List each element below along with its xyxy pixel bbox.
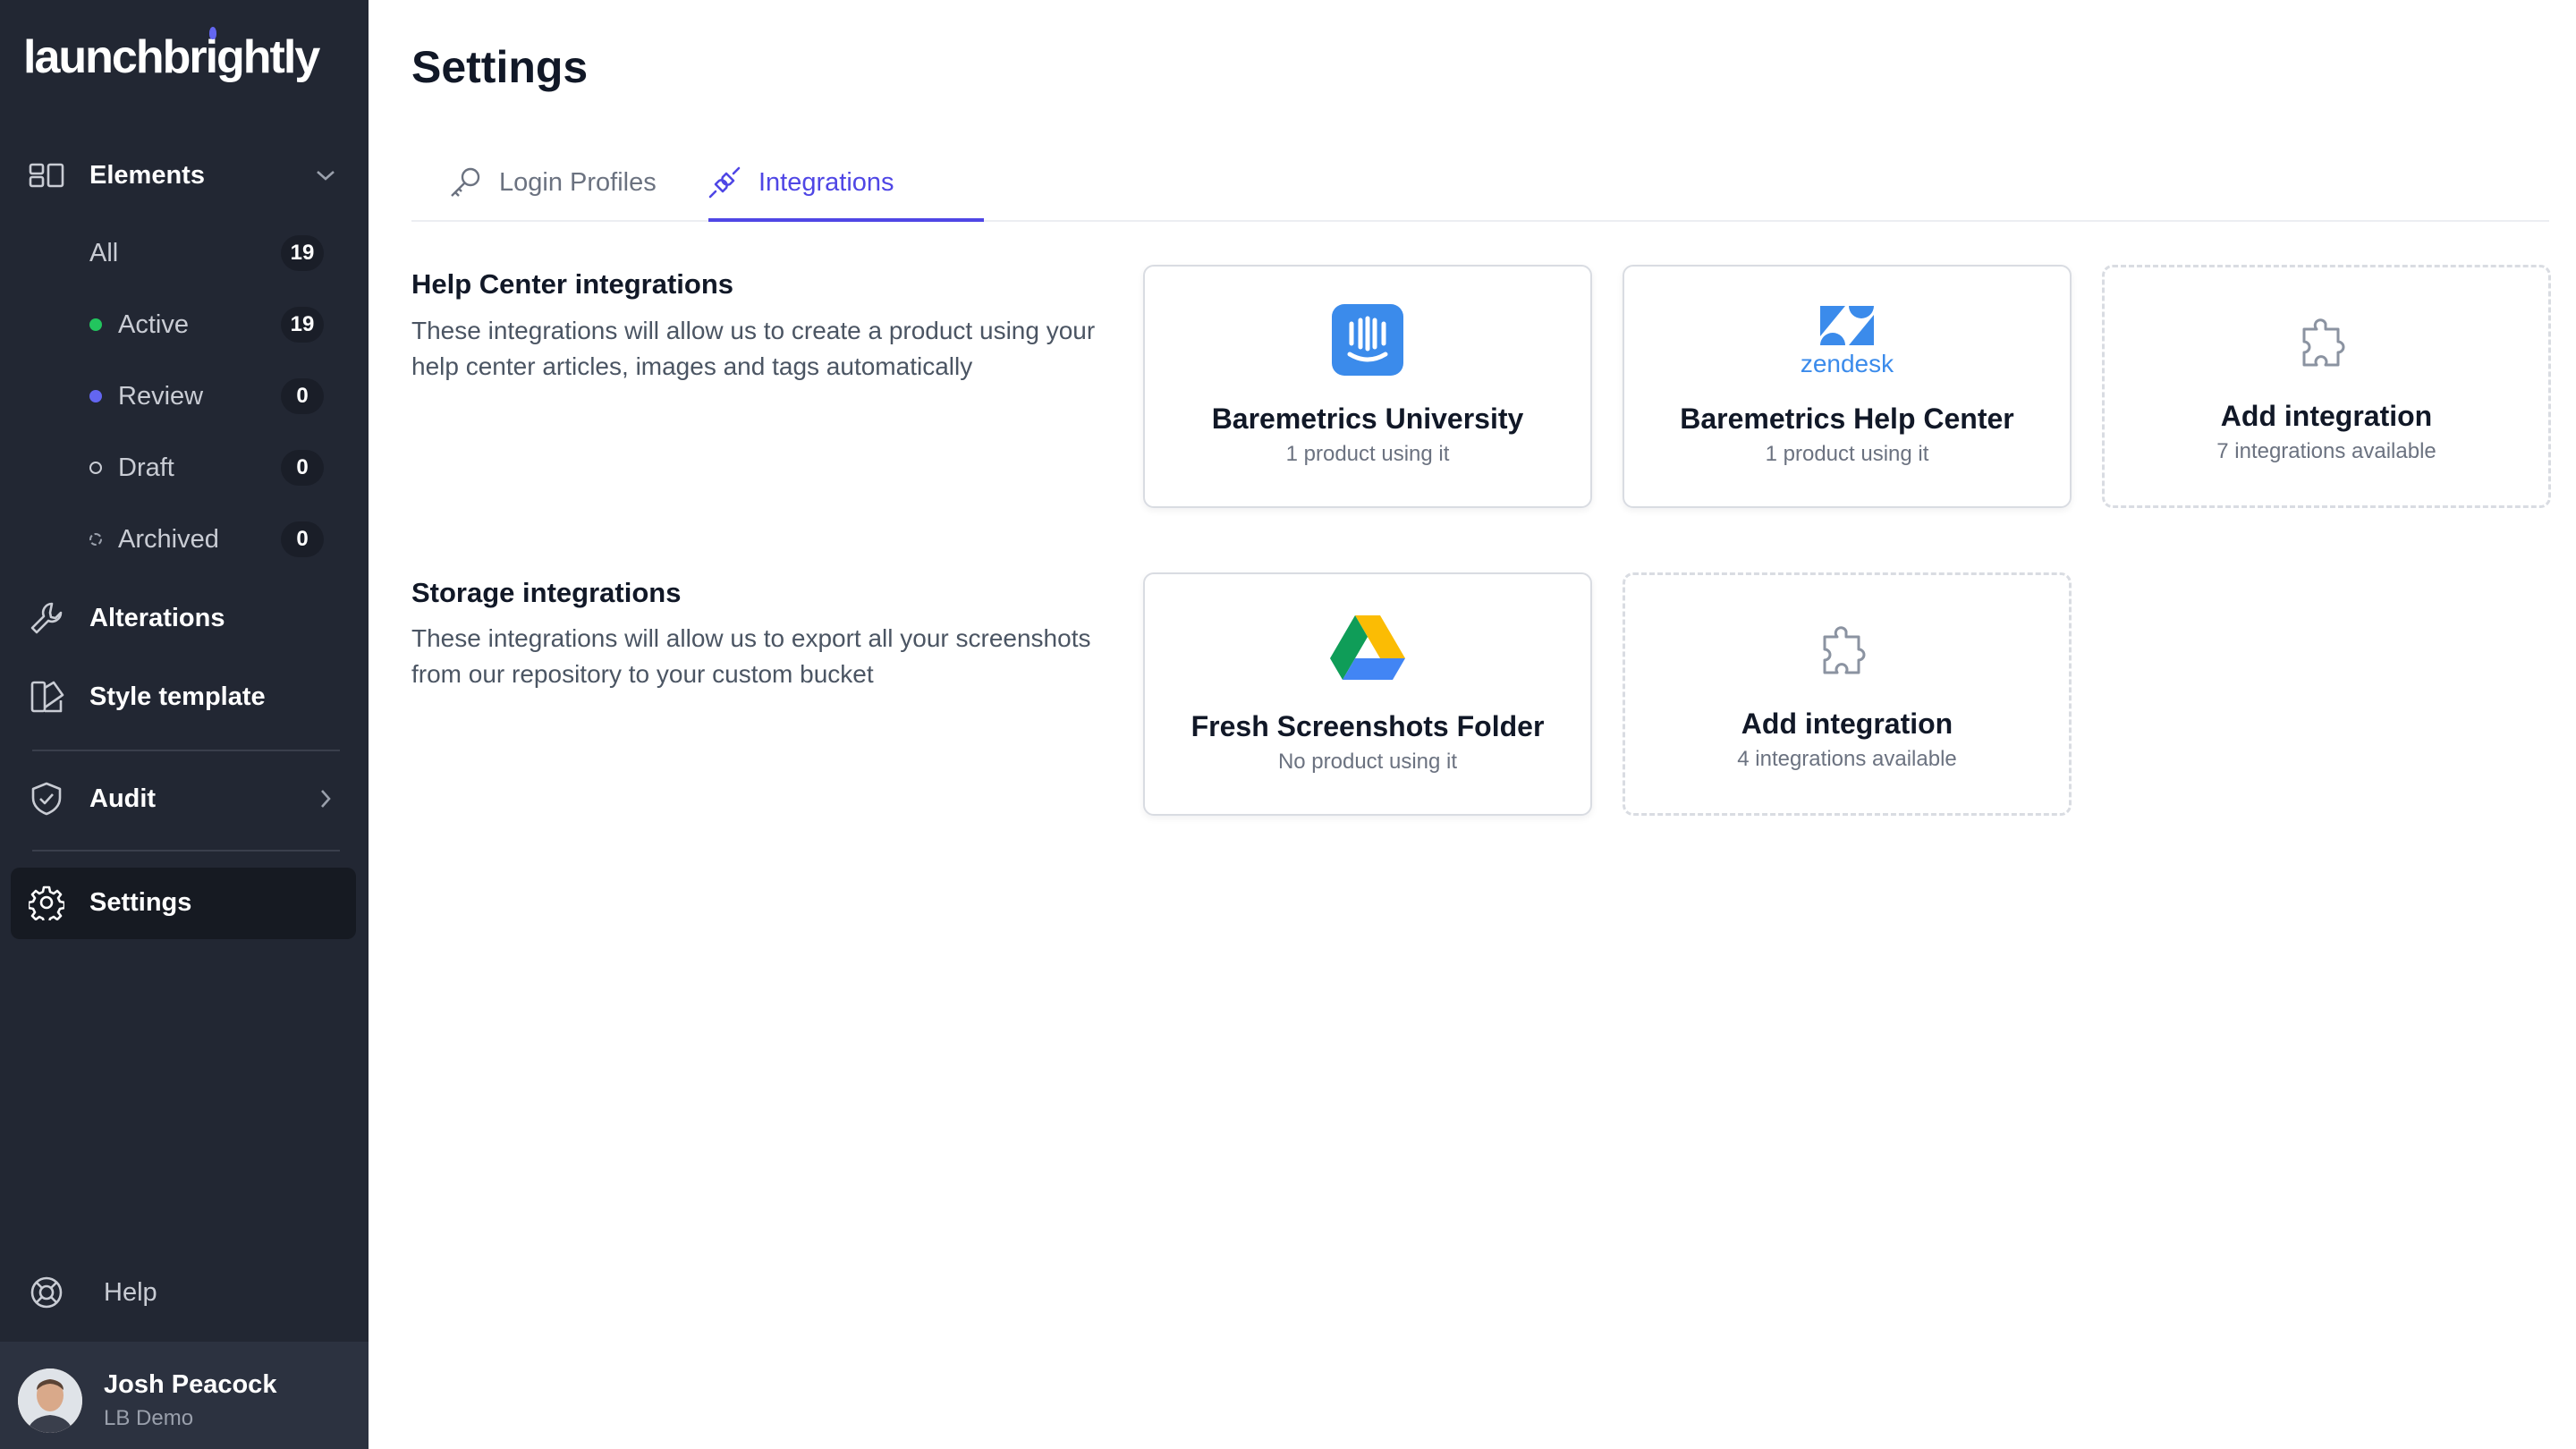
user-name: Josh Peacock (104, 1370, 277, 1399)
storage-section-description: These integrations will allow us to expo… (411, 624, 1091, 688)
status-dot-icon (89, 533, 102, 546)
card-title: Baremetrics Help Center (1680, 402, 2014, 435)
sidebar-item-label: Elements (89, 160, 205, 190)
intercom-logo-icon (1330, 302, 1405, 377)
key-icon (447, 165, 483, 200)
filter-count: 0 (281, 378, 324, 414)
filter-count: 0 (281, 450, 324, 486)
filter-label: Active (118, 309, 189, 339)
sidebar-item-audit[interactable]: Audit (0, 767, 369, 830)
status-dot-icon (89, 318, 102, 331)
gear-icon (27, 883, 66, 922)
integration-card-intercom[interactable]: Baremetrics University 1 product using i… (1143, 265, 1592, 508)
filter-label: All (89, 238, 119, 267)
sidebar-divider (32, 850, 340, 852)
add-integration-card[interactable]: Add integration 7 integrations available (2102, 265, 2551, 508)
help-center-section-title: Help Center integrations (411, 268, 733, 300)
status-dot-icon (89, 462, 102, 474)
zendesk-logo-text: zendesk (1801, 350, 1894, 377)
card-subtitle: 7 integrations available (2216, 439, 2436, 463)
puzzle-icon (1809, 611, 1885, 686)
user-profile[interactable]: Josh Peacock LB Demo (0, 1342, 369, 1449)
active-tab-indicator (708, 218, 984, 222)
sidebar: launchbrightly Elements All 19 Active 19… (0, 0, 369, 1449)
google-drive-logo-icon (1330, 610, 1405, 685)
sidebar-filter-active[interactable]: Active 19 (0, 293, 369, 356)
card-title: Fresh Screenshots Folder (1191, 710, 1545, 742)
sidebar-filter-review[interactable]: Review 0 (0, 365, 369, 428)
logo-text: launchbrightly (23, 31, 320, 83)
tab-login-profiles[interactable]: Login Profiles (447, 143, 657, 222)
sidebar-filter-all[interactable]: All 19 (0, 222, 369, 284)
sidebar-item-label: Alterations (89, 603, 225, 632)
plug-icon (707, 165, 742, 200)
sidebar-item-label: Style template (89, 682, 266, 711)
sidebar-item-settings[interactable]: Settings (0, 871, 369, 934)
card-title: Add integration (2220, 400, 2433, 432)
sidebar-item-elements[interactable]: Elements (0, 144, 369, 207)
filter-label: Review (118, 381, 204, 411)
tab-label: Login Profiles (499, 167, 657, 197)
storage-section-title: Storage integrations (411, 577, 682, 608)
card-subtitle: 1 product using it (1765, 442, 1929, 466)
sidebar-filter-draft[interactable]: Draft 0 (0, 436, 369, 499)
status-dot-icon (89, 390, 102, 402)
card-subtitle: No product using it (1277, 750, 1458, 774)
sidebar-item-style-template[interactable]: Style template (0, 665, 369, 728)
settings-tabs: Login Profiles Integrations (411, 143, 2549, 222)
lifebuoy-icon (27, 1273, 66, 1312)
user-org: LB Demo (104, 1406, 194, 1430)
page-title: Settings (411, 42, 589, 92)
filter-count: 19 (281, 307, 324, 343)
filter-label: Archived (118, 524, 219, 554)
integration-card-google-drive[interactable]: Fresh Screenshots Folder No product usin… (1143, 572, 1592, 816)
sidebar-item-help[interactable]: Help (0, 1261, 369, 1324)
chevron-down-icon (315, 165, 336, 186)
app-logo[interactable]: launchbrightly (23, 27, 320, 84)
avatar (18, 1368, 82, 1433)
wrench-icon (27, 598, 66, 638)
puzzle-icon (2289, 303, 2364, 378)
help-center-section-description: These integrations will allow us to crea… (411, 317, 1096, 380)
card-subtitle: 1 product using it (1285, 442, 1450, 466)
style-template-icon (27, 677, 66, 716)
sidebar-item-label: Audit (89, 784, 157, 813)
filter-count: 0 (281, 521, 324, 557)
zendesk-logo-icon: zendesk (1789, 302, 1905, 377)
main-content: Settings Login Profiles Integrations Hel… (369, 0, 2576, 1449)
sidebar-filter-archived[interactable]: Archived 0 (0, 508, 369, 571)
sidebar-item-label: Help (104, 1277, 157, 1307)
elements-icon (27, 156, 66, 195)
card-title: Baremetrics University (1211, 402, 1524, 435)
card-subtitle: 4 integrations available (1737, 747, 1957, 771)
logo-flame-icon (209, 27, 216, 39)
chevron-right-icon (315, 788, 336, 809)
sidebar-divider (32, 750, 340, 751)
integration-card-zendesk[interactable]: zendesk Baremetrics Help Center 1 produc… (1623, 265, 2072, 508)
card-title: Add integration (1741, 708, 1953, 740)
filter-label: Draft (118, 453, 174, 482)
tab-label: Integrations (758, 167, 894, 197)
shield-check-icon (27, 779, 66, 818)
sidebar-item-alterations[interactable]: Alterations (0, 587, 369, 649)
add-integration-card[interactable]: Add integration 4 integrations available (1623, 572, 2072, 816)
tab-integrations[interactable]: Integrations (707, 143, 894, 222)
filter-count: 19 (281, 235, 324, 271)
sidebar-item-label: Settings (89, 887, 192, 917)
